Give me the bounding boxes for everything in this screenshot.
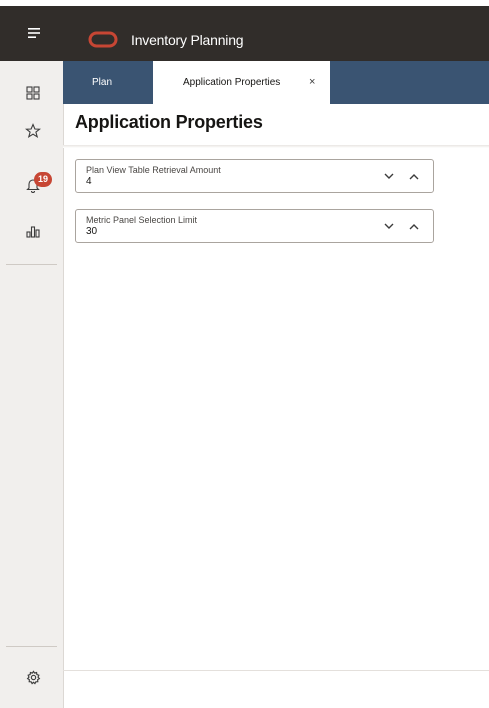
rail-divider-bottom: [6, 646, 57, 647]
tab-strip: Plan Application Properties ×: [63, 61, 489, 104]
hamburger-icon[interactable]: [27, 26, 41, 40]
title-divider: [63, 145, 489, 148]
left-rail: [0, 61, 64, 708]
field-value[interactable]: 4: [86, 176, 92, 187]
app-header: Inventory Planning: [0, 6, 489, 61]
field-label: Plan View Table Retrieval Amount: [86, 165, 221, 175]
metric-panel-limit-field[interactable]: Metric Panel Selection Limit 30: [75, 209, 434, 243]
chevron-up-icon[interactable]: [407, 170, 421, 182]
star-icon[interactable]: [24, 122, 42, 140]
chevron-down-icon[interactable]: [382, 220, 396, 232]
tab-application-properties[interactable]: Application Properties ×: [153, 61, 330, 104]
chevron-down-icon[interactable]: [382, 170, 396, 182]
page-title: Application Properties: [75, 112, 263, 132]
notification-badge: 19: [34, 172, 52, 187]
rail-divider: [6, 264, 57, 265]
close-icon[interactable]: ×: [309, 76, 315, 88]
oracle-logo-icon: [88, 31, 118, 48]
tab-plan-label: Plan: [92, 77, 113, 88]
app-title: Inventory Planning: [131, 32, 244, 48]
field-label: Metric Panel Selection Limit: [86, 215, 198, 225]
grid-icon[interactable]: [24, 84, 42, 102]
chevron-up-icon[interactable]: [407, 220, 421, 232]
tab-application-properties-label: Application Properties: [183, 77, 281, 88]
field-value[interactable]: 30: [86, 226, 97, 237]
bar-chart-icon[interactable]: [24, 222, 42, 240]
gear-icon[interactable]: [24, 668, 42, 686]
plan-view-retrieval-field[interactable]: Plan View Table Retrieval Amount 4: [75, 159, 434, 193]
tab-plan[interactable]: Plan: [63, 61, 153, 104]
footer-divider: [63, 670, 489, 671]
